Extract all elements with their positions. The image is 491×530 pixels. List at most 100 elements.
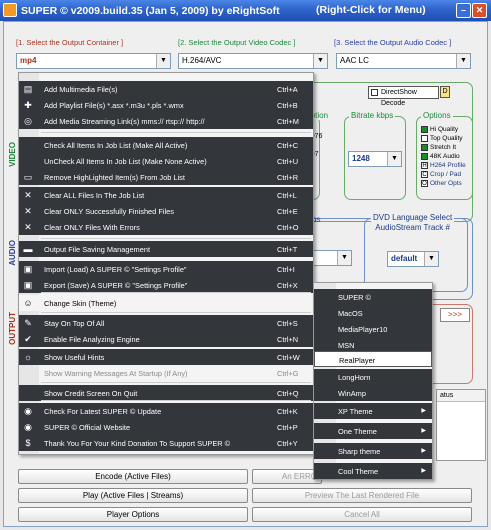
skin-option[interactable]: LongHorn xyxy=(314,369,432,385)
other-opts-button[interactable]: O Other Opts xyxy=(421,179,466,188)
output-folder-button[interactable]: >>> xyxy=(440,308,470,322)
chevron-down-icon[interactable]: ▼ xyxy=(156,54,170,68)
cancel-all-button[interactable]: Cancel All xyxy=(252,507,472,522)
option-hi-quality[interactable]: Hi Quality xyxy=(421,125,466,134)
menu-item[interactable]: ☺ Change Skin (Theme) xyxy=(19,295,313,311)
dvd-language-group: DVD Language Select AudioStream Track # d… xyxy=(364,213,468,292)
video-codec-select[interactable]: H.264/AVC ▼ xyxy=(178,53,328,69)
skin-option[interactable]: MacOS xyxy=(314,305,432,321)
streaming-icon: ◎ xyxy=(24,116,32,126)
play-button[interactable]: Play (Active Files | Streams) xyxy=(18,488,248,503)
menu-item[interactable]: ✕ Clear ALL Files In The Job List Ctrl+L xyxy=(19,187,313,203)
container-select[interactable]: mp4 ▼ xyxy=(16,53,171,69)
directshow-checkbox[interactable] xyxy=(371,89,378,96)
add-playlist-icon: ✚ xyxy=(24,100,32,110)
menu-item[interactable]: ▤ Add Multimedia File(s) Ctrl+A xyxy=(19,81,313,97)
menu-item[interactable]: ✚ Add Playlist File(s) *.asx *.m3u *.pls … xyxy=(19,97,313,113)
menu-item-label: Clear ONLY Successfully Finished Files xyxy=(44,207,174,216)
menu-item-shortcut: Ctrl+O xyxy=(277,223,299,232)
minimize-button[interactable]: – xyxy=(456,3,471,18)
skin-option[interactable]: XP Theme ▶ xyxy=(314,403,432,419)
dvd-track-select[interactable]: default ▼ xyxy=(387,251,439,267)
chevron-down-icon[interactable]: ▼ xyxy=(313,54,327,68)
menu-item[interactable]: ▣ Export (Save) A SUPER © "Settings Profi… xyxy=(19,277,313,293)
option-48k-audio[interactable]: 48K Audio xyxy=(421,152,466,161)
badge: H xyxy=(421,162,428,169)
checkbox[interactable] xyxy=(421,144,428,151)
context-menu[interactable]: ▤ Add Multimedia File(s) Ctrl+A ✚ Add Playli… xyxy=(18,72,314,455)
menu-item-shortcut: Ctrl+Q xyxy=(277,389,299,398)
chevron-down-icon[interactable]: ▼ xyxy=(456,54,470,68)
menu-item-shortcut: Ctrl+M xyxy=(277,117,299,126)
menu-item[interactable]: ▬ Output File Saving Management Ctrl+T xyxy=(19,241,313,257)
menu-separator xyxy=(41,132,311,133)
menu-item-label: Enable File Analyzing Engine xyxy=(44,335,140,344)
menu-item-shortcut: Ctrl+I xyxy=(277,265,295,274)
skin-option[interactable]: RealPlayer xyxy=(314,351,432,367)
encode-button[interactable]: Encode (Active Files) xyxy=(18,469,248,484)
skin-option[interactable]: Cool Theme ▶ xyxy=(314,463,432,479)
menu-item-shortcut: Ctrl+A xyxy=(277,85,298,94)
status-column-header[interactable]: atus xyxy=(437,390,485,402)
menu-item-label: Check For Latest SUPER © Update xyxy=(44,407,162,416)
skin-submenu[interactable]: SUPER © MacOS MediaPlayer10 MSN RealPlayer Lo… xyxy=(313,282,433,480)
option-label: Hi Quality xyxy=(430,126,459,133)
menu-item[interactable]: ◉ SUPER © Official Website Ctrl+P xyxy=(19,419,313,435)
checkbox[interactable] xyxy=(421,135,428,142)
menu-item[interactable]: UnCheck All Items In Job List (Make None… xyxy=(19,153,313,169)
audio-codec-select[interactable]: AAC LC ▼ xyxy=(336,53,471,69)
menu-item-label: Export (Save) A SUPER © "Settings Profil… xyxy=(44,281,188,290)
directshow-badge[interactable]: D xyxy=(440,86,450,98)
chevron-down-icon[interactable]: ▼ xyxy=(387,152,401,166)
job-list-panel[interactable]: atus xyxy=(436,389,486,461)
menu-item[interactable]: ◉ Check For Latest SUPER © Update Ctrl+K xyxy=(19,403,313,419)
skin-option[interactable]: WinAmp xyxy=(314,385,432,401)
chevron-down-icon[interactable]: ▼ xyxy=(337,251,351,265)
analyze-icon: ✔ xyxy=(24,334,32,344)
menu-item[interactable]: Check All Items In Job List (Make All Ac… xyxy=(19,137,313,153)
clear-all-icon: ✕ xyxy=(24,190,32,200)
menu-item[interactable]: ✕ Clear ONLY Files With Errors Ctrl+O xyxy=(19,219,313,235)
right-click-hint: (Right-Click for Menu) xyxy=(316,4,426,16)
skin-option-label: SUPER © xyxy=(338,293,371,302)
uncheck-all-icon xyxy=(23,156,33,166)
skin-option[interactable]: MediaPlayer10 xyxy=(314,321,432,337)
menu-item[interactable]: ✕ Clear ONLY Successfully Finished Files C… xyxy=(19,203,313,219)
menu-item[interactable]: ✔ Enable File Analyzing Engine Ctrl+N xyxy=(19,331,313,347)
option-top-quality[interactable]: Top Quality xyxy=(421,134,466,143)
checkbox[interactable] xyxy=(421,153,428,160)
skin-option[interactable]: SUPER © xyxy=(314,289,432,305)
import-icon: ▣ xyxy=(23,264,33,274)
bitrate-select[interactable]: 1248 ▼ xyxy=(348,151,402,167)
crop-pad-button[interactable]: C Crop / Pad xyxy=(421,170,466,179)
menu-item[interactable]: ▭ Remove HighLighted Item(s) From Job Lis… xyxy=(19,169,313,185)
menu-item[interactable]: ☼ Show Useful Hints Ctrl+W xyxy=(19,349,313,365)
website-icon: ◉ xyxy=(24,422,32,432)
dvd-header: DVD Language Select AudioStream Track # xyxy=(371,213,455,233)
skin-option[interactable]: Sharp theme ▶ xyxy=(314,443,432,459)
chevron-down-icon[interactable]: ▼ xyxy=(424,252,438,266)
menu-item[interactable]: ▣ Import (Load) A SUPER © "Settings Profi… xyxy=(19,261,313,277)
skin-option[interactable]: One Theme ▶ xyxy=(314,423,432,439)
audio-partial-select[interactable]: ▼ xyxy=(312,250,352,266)
error-button[interactable]: An ERRO xyxy=(252,469,322,484)
preview-button[interactable]: Preview The Last Rendered File xyxy=(252,488,472,503)
menu-item[interactable]: ◎ Add Media Streaming Link(s) mms:// rtsp… xyxy=(19,113,313,129)
menu-separator xyxy=(41,382,311,383)
h264-profile-button[interactable]: H H264 Profile xyxy=(421,161,466,170)
directshow-option[interactable]: DirectShow Decode xyxy=(368,86,439,107)
player-options-button[interactable]: Player Options xyxy=(18,507,248,522)
checkbox[interactable] xyxy=(421,126,428,133)
menu-item[interactable]: $ Thank You For Your Kind Donation To Sup… xyxy=(19,435,313,451)
menu-separator xyxy=(41,400,311,401)
clear-success-icon: ✕ xyxy=(24,206,32,216)
menu-separator xyxy=(41,312,311,313)
menu-item-shortcut: Ctrl+T xyxy=(277,245,298,254)
option-stretch[interactable]: Stretch It xyxy=(421,143,466,152)
close-button[interactable]: ✕ xyxy=(472,3,487,18)
skin-option-label: RealPlayer xyxy=(339,356,376,365)
option-label: Crop / Pad xyxy=(430,171,462,178)
menu-item[interactable]: ✎ Stay On Top Of All Ctrl+S xyxy=(19,315,313,331)
bitrate-group: Bitrate kbps 1248 ▼ xyxy=(344,111,406,200)
menu-item[interactable]: Show Credit Screen On Quit Ctrl+Q xyxy=(19,385,313,401)
